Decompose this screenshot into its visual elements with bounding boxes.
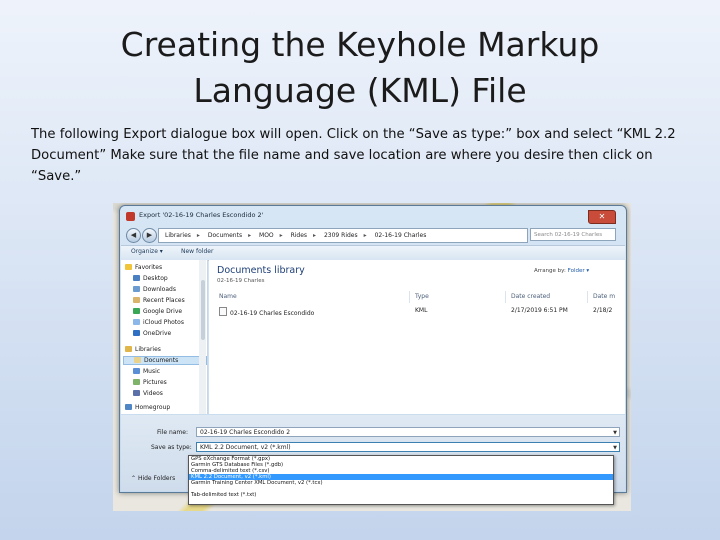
filename-input[interactable]: 02-16-19 Charles Escondido 2 ▼ — [196, 427, 620, 437]
nav-item-documents[interactable]: Documents — [123, 356, 207, 365]
nav-item-downloads[interactable]: Downloads — [133, 286, 176, 293]
breadcrumb-item[interactable]: MOO — [259, 232, 274, 239]
nav-item-music[interactable]: Music — [133, 368, 160, 375]
library-title: Documents library — [217, 265, 305, 276]
close-button[interactable]: ✕ — [588, 210, 616, 224]
back-arrow-icon[interactable]: ◀ — [126, 228, 141, 243]
library-subtitle: 02-16-19 Charles — [217, 278, 265, 284]
column-divider — [409, 291, 410, 303]
hide-folders-button[interactable]: ⌃ Hide Folders — [131, 475, 175, 482]
navigation-pane: Favorites Desktop Downloads Recent Place… — [121, 260, 208, 414]
star-icon — [125, 264, 132, 270]
toolbar: Organize ▾ New folder — [121, 245, 625, 261]
table-row[interactable]: 02-16-19 Charles Escondido KML 2/17/2019… — [215, 307, 615, 317]
export-dialog: Export '02-16-19 Charles Escondido 2' ✕ … — [119, 205, 627, 493]
breadcrumb-item[interactable]: 2309 Rides — [324, 232, 358, 239]
dialog-title: Export '02-16-19 Charles Escondido 2' — [139, 211, 264, 219]
column-header-date-created[interactable]: Date created — [511, 293, 550, 300]
documents-icon — [134, 357, 141, 363]
videos-icon — [133, 390, 140, 396]
nav-item-recent-places[interactable]: Recent Places — [133, 297, 185, 304]
chevron-down-icon[interactable]: ▼ — [613, 428, 617, 436]
slide-body-text: The following Export dialogue box will o… — [31, 127, 676, 184]
desktop-icon — [133, 275, 140, 281]
column-divider — [587, 291, 588, 303]
organize-button[interactable]: Organize ▾ — [131, 248, 163, 255]
breadcrumb-item[interactable]: Rides — [291, 232, 307, 239]
column-header-date-modified[interactable]: Date m — [593, 293, 615, 300]
breadcrumb-item[interactable]: Libraries — [165, 232, 191, 239]
nav-libraries-header[interactable]: Libraries — [125, 346, 161, 353]
nav-favorites-header[interactable]: Favorites — [125, 264, 162, 271]
search-input[interactable]: Search 02-16-19 Charles — [530, 228, 616, 241]
libraries-icon — [125, 346, 132, 352]
chevron-up-icon: ⌃ — [131, 475, 138, 482]
slide-title-line1: Creating the Keyhole Markup — [120, 25, 600, 64]
filename-label: File name: — [157, 429, 188, 436]
slide-title-line2: Language (KML) File — [193, 71, 527, 110]
file-name-cell: 02-16-19 Charles Escondido — [219, 307, 314, 317]
column-header-name[interactable]: Name — [219, 293, 237, 300]
file-list-pane: Documents library 02-16-19 Charles Arran… — [209, 260, 625, 414]
file-type-cell: KML — [415, 307, 428, 314]
column-header-type[interactable]: Type — [415, 293, 429, 300]
homegroup-icon — [125, 404, 132, 410]
file-date-created-cell: 2/17/2019 6:51 PM — [511, 307, 568, 314]
new-folder-button[interactable]: New folder — [181, 248, 213, 255]
onedrive-icon — [133, 330, 140, 336]
file-date-modified-cell: 2/18/2 — [593, 307, 613, 314]
nav-item-desktop[interactable]: Desktop — [133, 275, 168, 282]
savetype-dropdown-list: GPS eXchange Format (*.gpx) Garmin GTS D… — [188, 455, 614, 505]
breadcrumb-item[interactable]: Documents — [208, 232, 242, 239]
google-drive-icon — [133, 308, 140, 314]
app-icon — [126, 212, 135, 221]
dialog-screenshot: San Marcos Export '02-16-19 Charles Esco… — [113, 203, 631, 511]
dropdown-option[interactable]: Garmin Training Center XML Document, v2 … — [189, 480, 613, 492]
pictures-icon — [133, 379, 140, 385]
file-icon — [219, 307, 227, 316]
music-icon — [133, 368, 140, 374]
nav-item-homegroup[interactable]: Homegroup — [125, 404, 170, 411]
breadcrumb[interactable]: Libraries ▸ Documents ▸ MOO ▸ Rides ▸ 2309 R… — [158, 228, 528, 243]
downloads-icon — [133, 286, 140, 292]
address-bar: ◀ ▶ Libraries ▸ Documents ▸ MOO ▸ Rides ▸ 23… — [124, 227, 622, 243]
nav-item-icloud-photos[interactable]: iCloud Photos — [133, 319, 184, 326]
breadcrumb-item[interactable]: 02-16-19 Charles — [375, 232, 427, 239]
forward-arrow-icon[interactable]: ▶ — [142, 228, 157, 243]
dropdown-option[interactable]: Tab-delimited text (*.txt) — [189, 492, 613, 498]
icloud-icon — [133, 319, 140, 325]
nav-item-videos[interactable]: Videos — [133, 390, 163, 397]
column-divider — [505, 291, 506, 303]
savetype-select[interactable]: KML 2.2 Document, v2 (*.kml) ▼ — [196, 442, 620, 452]
nav-item-google-drive[interactable]: Google Drive — [133, 308, 182, 315]
savetype-label: Save as type: — [151, 444, 192, 451]
chevron-down-icon[interactable]: ▼ — [613, 443, 617, 451]
arrange-by-value[interactable]: Folder ▾ — [568, 268, 590, 274]
slide-title: Creating the Keyhole Markup Language (KM… — [0, 22, 720, 114]
arrange-by[interactable]: Arrange by: Folder ▾ — [534, 268, 589, 274]
dialog-titlebar: Export '02-16-19 Charles Escondido 2' ✕ — [126, 210, 620, 226]
recent-places-icon — [133, 297, 140, 303]
nav-item-onedrive[interactable]: OneDrive — [133, 330, 171, 337]
nav-item-pictures[interactable]: Pictures — [133, 379, 167, 386]
nav-scrollbar-thumb[interactable] — [201, 280, 205, 340]
